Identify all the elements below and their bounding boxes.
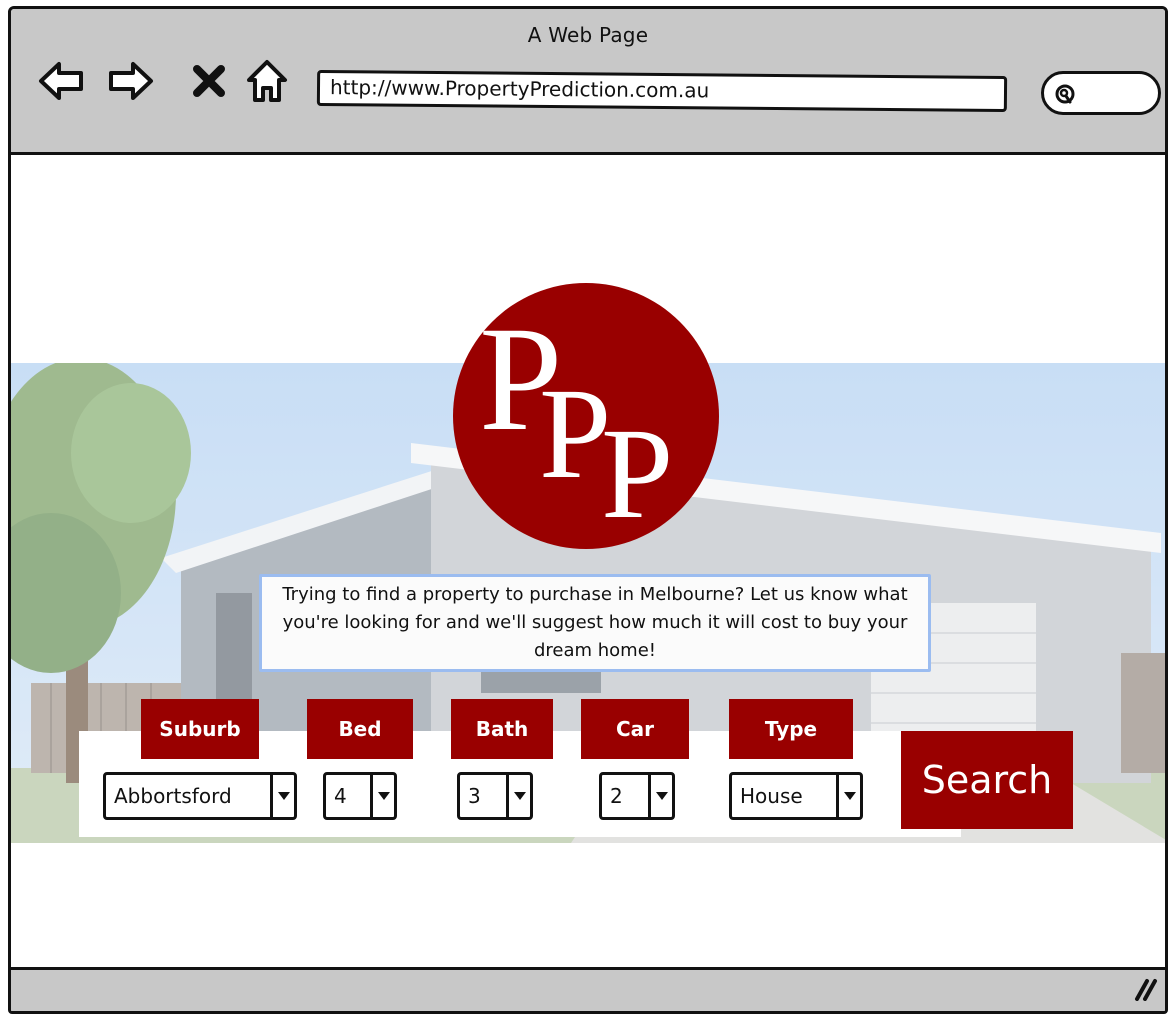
bath-select[interactable]: 3 — [457, 772, 533, 820]
resize-grip-icon[interactable] — [1131, 977, 1159, 1005]
type-label: Type — [729, 699, 853, 759]
ppp-logo: P P P — [451, 281, 721, 551]
back-arrow-icon[interactable] — [37, 57, 85, 105]
window-title: A Web Page — [527, 23, 649, 47]
chevron-down-icon[interactable] — [370, 775, 394, 817]
browser-titlebar: A Web Page http://www.PropertyPrediction… — [11, 9, 1165, 155]
chevron-down-icon[interactable] — [836, 775, 860, 817]
bed-label: Bed — [307, 699, 413, 759]
page-content: P P P Trying to find a property to purch… — [11, 158, 1165, 973]
car-value: 2 — [610, 784, 623, 808]
home-icon[interactable] — [243, 57, 291, 105]
close-icon[interactable] — [185, 57, 233, 105]
car-select[interactable]: 2 — [599, 772, 675, 820]
browser-status-bar — [11, 967, 1165, 1011]
chevron-down-icon[interactable] — [648, 775, 672, 817]
tagline-text: Trying to find a property to purchase in… — [259, 574, 931, 672]
chevron-down-icon[interactable] — [270, 775, 294, 817]
search-button[interactable]: Search — [901, 731, 1073, 829]
chevron-down-icon[interactable] — [506, 775, 530, 817]
browser-window: A Web Page http://www.PropertyPrediction… — [8, 6, 1168, 1014]
type-select[interactable]: House — [729, 772, 863, 820]
bed-select[interactable]: 4 — [323, 772, 397, 820]
search-icon — [1054, 83, 1078, 111]
type-value: House — [740, 784, 803, 808]
car-label: Car — [581, 699, 689, 759]
browser-search-field[interactable] — [1041, 71, 1161, 115]
url-bar[interactable]: http://www.PropertyPrediction.com.au — [316, 69, 1008, 113]
bath-value: 3 — [468, 784, 481, 808]
bath-label: Bath — [451, 699, 553, 759]
suburb-value: Abbortsford — [114, 784, 232, 808]
suburb-label: Suburb — [141, 699, 259, 759]
svg-text:P: P — [601, 402, 673, 546]
bed-value: 4 — [334, 784, 347, 808]
suburb-select[interactable]: Abbortsford — [103, 772, 297, 820]
forward-arrow-icon[interactable] — [107, 57, 155, 105]
